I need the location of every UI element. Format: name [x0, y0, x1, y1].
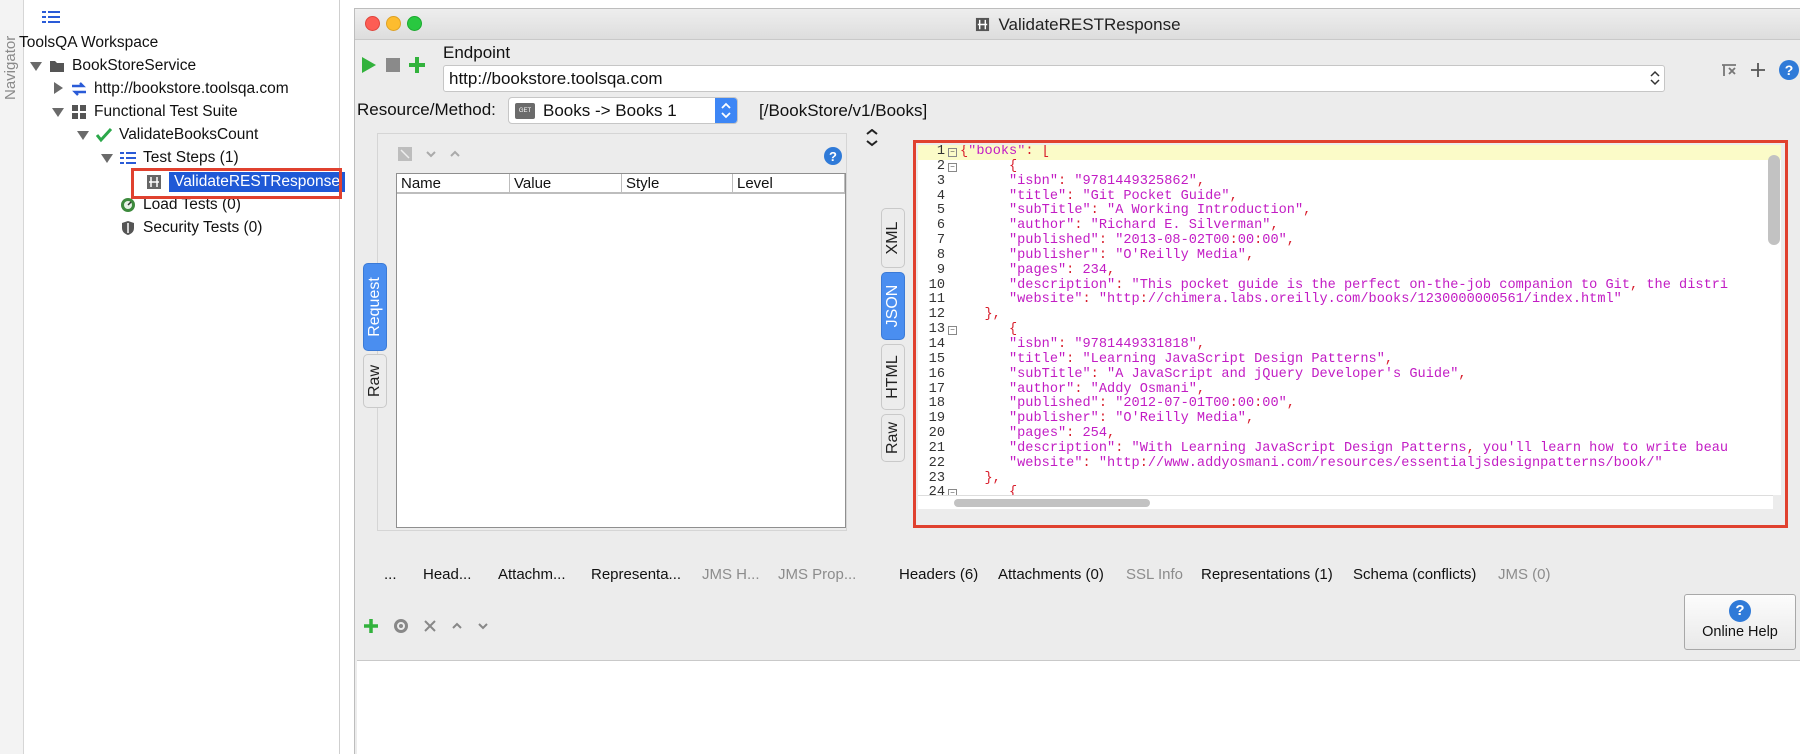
- move-up-icon[interactable]: [451, 621, 463, 631]
- tree-item-suite[interactable]: Functional Test Suite: [51, 101, 238, 123]
- collapse-icon[interactable]: [29, 59, 43, 73]
- endpoint-label: Endpoint: [443, 43, 511, 62]
- online-help-button[interactable]: ? Online Help: [1684, 594, 1796, 650]
- selection-annotation: [131, 168, 342, 199]
- tab-request[interactable]: Request: [363, 263, 387, 351]
- column-header-level[interactable]: Level: [733, 174, 845, 192]
- navigator-label[interactable]: Navigator: [2, 36, 19, 100]
- tab-left-attachments[interactable]: Attachm...: [498, 566, 566, 583]
- title-bar[interactable]: ValidateRESTResponse: [355, 9, 1800, 40]
- tab-left-more[interactable]: ...: [384, 566, 397, 583]
- window-title: ValidateRESTResponse: [355, 15, 1800, 35]
- chevron-updown-icon[interactable]: [715, 98, 737, 123]
- resource-method-label: Resource/Method:: [357, 100, 496, 119]
- resource-path: [/BookStore/v1/Books]: [759, 101, 928, 120]
- move-down-icon[interactable]: [425, 149, 437, 159]
- testcase-label: ValidateBooksCount: [119, 126, 259, 143]
- add-param-icon[interactable]: [397, 146, 413, 162]
- resource-method-value: Books -> Books 1: [543, 101, 677, 120]
- svg-text:?: ?: [1785, 62, 1794, 78]
- security-tests-label: Security Tests (0): [143, 219, 263, 236]
- folder-icon: [50, 61, 64, 72]
- collapse-icon[interactable]: [76, 128, 90, 142]
- add-icon[interactable]: [408, 56, 426, 74]
- tab-representations[interactable]: Representations (1): [1201, 566, 1333, 583]
- tab-xml[interactable]: XML: [881, 208, 905, 268]
- splitter-arrows-icon[interactable]: [865, 129, 879, 151]
- help-icon: ?: [1729, 600, 1751, 622]
- tab-request-raw[interactable]: Raw: [363, 354, 387, 408]
- stop-button[interactable]: [385, 56, 401, 74]
- request-toolbar: [397, 146, 461, 162]
- assertions-list[interactable]: [357, 660, 1800, 755]
- column-header-style[interactable]: Style: [622, 174, 733, 192]
- endpoint-label: http://bookstore.toolsqa.com: [94, 80, 289, 97]
- tree-item-test-steps[interactable]: Test Steps (1): [100, 147, 239, 169]
- test-suite-icon: [72, 105, 86, 119]
- response-annotation: [913, 140, 1788, 528]
- tree-item-security-tests[interactable]: Security Tests (0): [120, 217, 262, 239]
- endpoint-dropdown-icon[interactable]: [1648, 69, 1662, 87]
- request-window: ValidateRESTResponse Endpoint http://boo…: [354, 8, 1800, 755]
- endpoint-input[interactable]: http://bookstore.toolsqa.com: [443, 65, 1665, 92]
- params-table-header: Name Value Style Level: [397, 174, 845, 194]
- gear-icon[interactable]: [393, 618, 409, 634]
- navigator-strip[interactable]: Navigator: [0, 0, 24, 754]
- plus-icon[interactable]: [1750, 62, 1766, 78]
- help-icon[interactable]: ?: [1778, 59, 1800, 81]
- tab-json[interactable]: JSON: [881, 272, 905, 340]
- collapse-icon[interactable]: [100, 151, 114, 165]
- tab-attachments[interactable]: Attachments (0): [998, 566, 1104, 583]
- tree-item-endpoint[interactable]: http://bookstore.toolsqa.com: [51, 78, 289, 100]
- shield-icon: [122, 221, 134, 235]
- tab-ssl-info[interactable]: SSL Info: [1126, 566, 1183, 583]
- tree-item-testcase[interactable]: ValidateBooksCount: [76, 124, 258, 146]
- move-down-icon[interactable]: [477, 621, 489, 631]
- request-help-icon[interactable]: ?: [823, 146, 843, 166]
- resource-method-select[interactable]: GET Books -> Books 1: [508, 97, 738, 124]
- tab-left-jms-headers[interactable]: JMS H...: [702, 566, 760, 583]
- get-method-badge: GET: [515, 103, 535, 119]
- test-steps-label: Test Steps (1): [143, 149, 239, 166]
- svg-text:?: ?: [829, 149, 837, 164]
- tab-left-representations[interactable]: Representa...: [591, 566, 681, 583]
- checkmark-icon: [96, 127, 112, 143]
- window-title-text: ValidateRESTResponse: [998, 15, 1181, 34]
- transform-icon[interactable]: [1720, 62, 1738, 78]
- tab-headers[interactable]: Headers (6): [899, 566, 978, 583]
- interface-icon: [72, 82, 86, 96]
- collapse-icon[interactable]: [51, 105, 65, 119]
- test-steps-icon: [120, 152, 136, 164]
- suite-label: Functional Test Suite: [94, 103, 238, 120]
- column-header-value[interactable]: Value: [510, 174, 622, 192]
- column-header-name[interactable]: Name: [397, 174, 510, 192]
- params-table[interactable]: Name Value Style Level: [396, 173, 846, 528]
- load-test-icon: [121, 198, 135, 212]
- remove-icon[interactable]: [423, 619, 437, 633]
- workspace-label: ToolsQA Workspace: [19, 34, 159, 51]
- tree-item-service[interactable]: BookStoreService: [29, 55, 196, 77]
- tree-item-workspace[interactable]: ToolsQA Workspace: [19, 32, 158, 54]
- add-assertion-icon[interactable]: [363, 618, 379, 634]
- online-help-label: Online Help: [1702, 624, 1778, 640]
- rest-request-icon: [976, 17, 990, 32]
- service-label: BookStoreService: [72, 57, 197, 74]
- move-up-icon[interactable]: [449, 149, 461, 159]
- tab-html[interactable]: HTML: [881, 344, 905, 410]
- assertions-toolbar: [363, 618, 489, 634]
- expand-icon[interactable]: [51, 82, 65, 96]
- project-tree: ToolsQA Workspace BookStoreService http:…: [19, 0, 345, 754]
- tree-view-icon[interactable]: [42, 10, 60, 24]
- run-button[interactable]: [361, 56, 377, 74]
- tab-jms[interactable]: JMS (0): [1498, 566, 1551, 583]
- tab-left-headers[interactable]: Head...: [423, 566, 471, 583]
- tab-schema[interactable]: Schema (conflicts): [1353, 566, 1476, 583]
- tab-left-jms-properties[interactable]: JMS Prop...: [778, 566, 856, 583]
- tab-response-raw[interactable]: Raw: [881, 414, 905, 462]
- window-tools: ?: [1720, 59, 1800, 81]
